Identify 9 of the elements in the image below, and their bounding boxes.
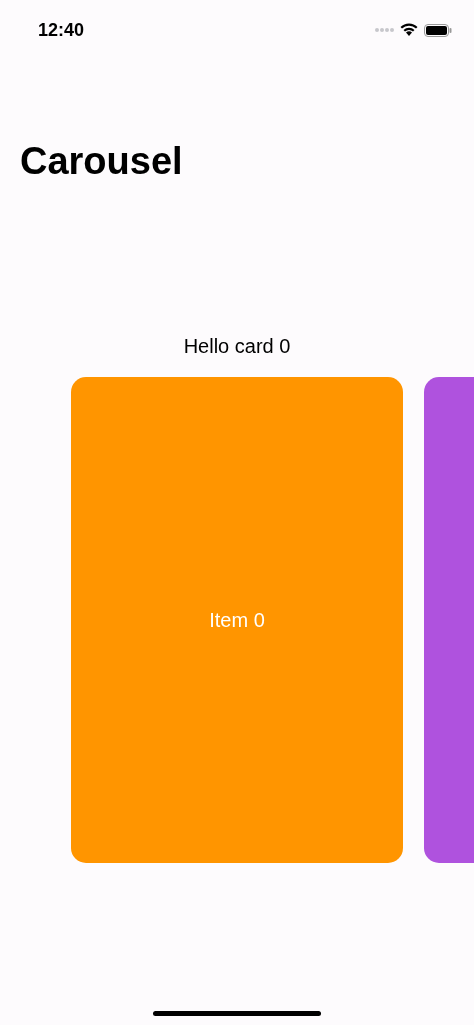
battery-icon xyxy=(424,23,452,37)
card-label: Item 0 xyxy=(209,608,265,632)
card-heading: Hello card 0 xyxy=(182,334,292,358)
wifi-icon xyxy=(400,23,418,37)
signal-icon xyxy=(374,27,394,33)
carousel-card[interactable]: Item 0 xyxy=(71,377,403,863)
home-indicator[interactable] xyxy=(153,1011,321,1016)
page-title: Carousel xyxy=(20,139,184,184)
status-time: 12:40 xyxy=(38,19,85,41)
